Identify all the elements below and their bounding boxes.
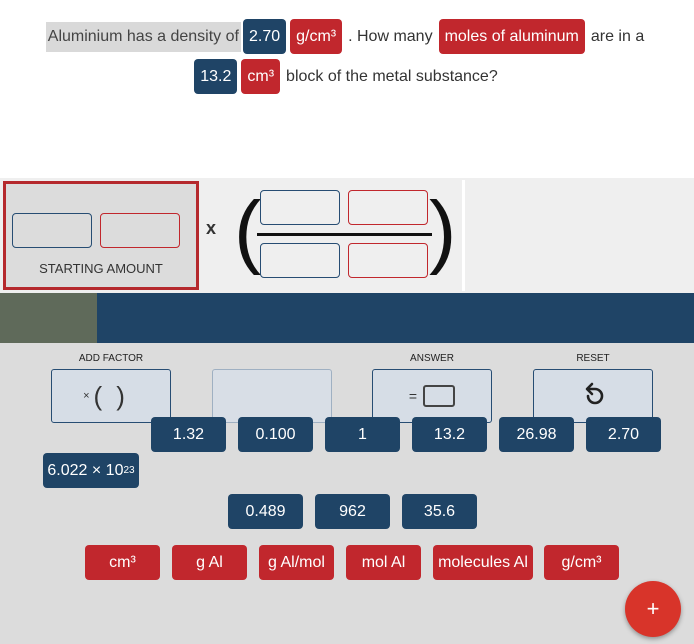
question-line-1: Aluminium has a density of 2.70 g/cm³ . … <box>0 19 694 54</box>
target-unit-chip: moles of aluminum <box>438 19 585 54</box>
starting-amount-label: STARTING AMOUNT <box>39 261 163 276</box>
question-text: are in a <box>590 27 645 45</box>
controls-panel: ADD FACTOR × () ANSWER = RESET 6.022 × 1… <box>0 343 694 644</box>
fraction-bar <box>257 233 432 236</box>
question-text: . How many <box>348 27 433 45</box>
number-button[interactable]: 13.2 <box>412 417 487 452</box>
blank-button[interactable] <box>212 369 332 423</box>
starting-amount-box[interactable]: STARTING AMOUNT <box>3 181 199 290</box>
unit-button[interactable]: g/cm³ <box>544 545 619 580</box>
add-factor-times: × <box>83 390 90 402</box>
unit-button[interactable]: mol Al <box>346 545 421 580</box>
answer-equals: = <box>408 388 418 404</box>
answer-button[interactable]: = <box>372 369 492 423</box>
add-factor-button[interactable]: × () <box>51 369 171 423</box>
number-value: 0.489 <box>245 502 286 520</box>
number-value: 1 <box>358 425 367 443</box>
progress-bar <box>0 293 694 343</box>
add-factor-parens-icon: () <box>93 380 139 411</box>
unit-button[interactable]: g Al/mol <box>259 545 334 580</box>
number-value: 13.2 <box>433 425 466 443</box>
denominator-value-slot[interactable] <box>260 243 340 278</box>
undo-icon <box>585 382 604 405</box>
number-button[interactable]: 0.489 <box>228 494 303 529</box>
workspace: STARTING AMOUNT x ( ) <box>0 178 694 293</box>
number-exponent: 23 <box>123 465 135 476</box>
workspace-divider <box>462 180 465 291</box>
question-line-2: 13.2 cm³ block of the metal substance? <box>0 59 694 94</box>
starting-value-slot[interactable] <box>12 213 92 248</box>
number-value: 35.6 <box>423 502 456 520</box>
number-button[interactable]: 2.70 <box>586 417 661 452</box>
number-value: 962 <box>339 502 366 520</box>
multiply-sign: x <box>206 218 217 238</box>
reset-label: RESET <box>576 353 610 364</box>
number-button[interactable]: 1 <box>325 417 400 452</box>
question-text: block of the metal substance? <box>286 67 498 85</box>
density-unit-chip: g/cm³ <box>290 19 343 54</box>
number-value: 26.98 <box>516 425 557 443</box>
unit-button[interactable]: cm³ <box>85 545 160 580</box>
number-button[interactable]: 6.022 × 10 23 <box>43 453 139 488</box>
density-value-chip: 2.70 <box>242 19 287 54</box>
unit-button[interactable]: g Al <box>172 545 247 580</box>
number-value: 2.70 <box>607 425 640 443</box>
unit-button[interactable]: molecules Al <box>433 545 533 580</box>
progress-fill <box>0 293 98 343</box>
volume-value-chip: 13.2 <box>194 59 238 94</box>
volume-unit-chip: cm³ <box>241 59 281 94</box>
number-value: 6.022 × 10 <box>47 461 124 479</box>
close-paren: ) <box>429 185 457 276</box>
question-text: Aluminium has a density of <box>45 21 241 52</box>
starting-unit-slot[interactable] <box>100 213 180 248</box>
numerator-unit-slot[interactable] <box>348 190 428 225</box>
number-button[interactable]: 35.6 <box>402 494 477 529</box>
number-button[interactable]: 26.98 <box>499 417 574 452</box>
reset-button[interactable] <box>533 369 653 423</box>
open-paren: ( <box>234 185 262 276</box>
number-value: 1.32 <box>172 425 205 443</box>
question-panel: Aluminium has a density of 2.70 g/cm³ . … <box>0 0 694 178</box>
answer-label: ANSWER <box>410 353 454 364</box>
denominator-unit-slot[interactable] <box>348 243 428 278</box>
answer-box-icon <box>423 385 456 407</box>
add-fab-button[interactable]: + <box>625 581 681 637</box>
numerator-value-slot[interactable] <box>260 190 340 225</box>
add-factor-label: ADD FACTOR <box>78 353 144 364</box>
number-button[interactable]: 1.32 <box>151 417 226 452</box>
number-value: 0.100 <box>255 425 296 443</box>
number-button[interactable]: 962 <box>315 494 390 529</box>
number-button[interactable]: 0.100 <box>238 417 313 452</box>
